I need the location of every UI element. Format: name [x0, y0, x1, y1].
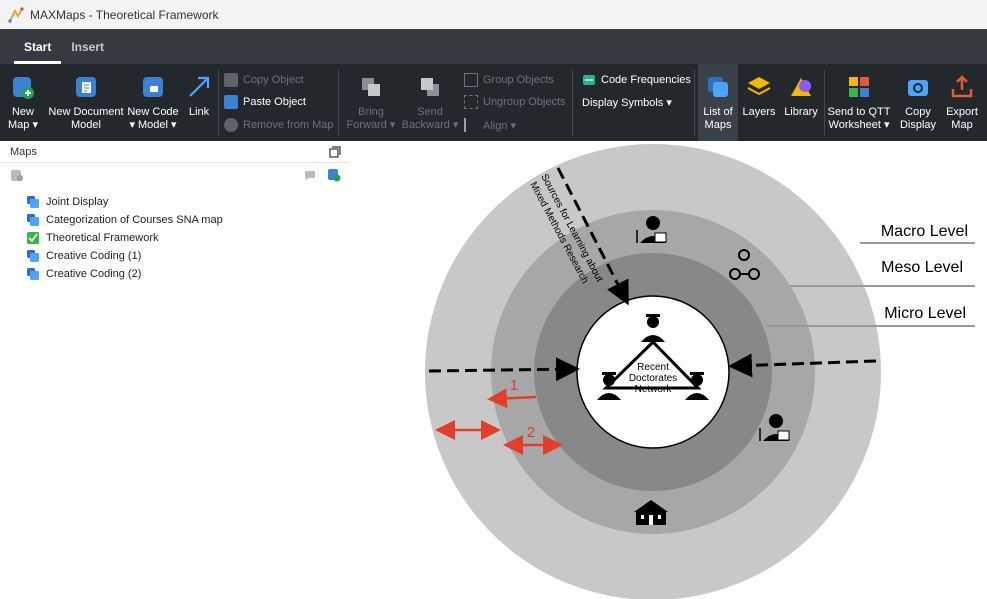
network-label-line3: Network [635, 384, 673, 395]
ribbon-separator [338, 70, 339, 136]
map-icon [27, 250, 39, 262]
arrow-2-label: 2 [527, 424, 535, 441]
group-objects-button[interactable]: Group Objects [464, 70, 554, 90]
maps-list: Joint Display Categorization of Courses … [0, 187, 349, 283]
send-to-qtt-button[interactable]: Send to QTT Worksheet ▾ [826, 64, 892, 132]
export-map-button[interactable]: Export Map [942, 64, 982, 132]
document-model-icon [76, 77, 96, 97]
maps-panel: Maps Joint Display Categorization of Cou… [0, 141, 349, 599]
remove-from-map-button[interactable]: Remove from Map [224, 115, 333, 135]
theoretical-framework-diagram: Recent Doctorates Network Macro Level Me… [425, 144, 975, 599]
new-map-button[interactable]: New Map ▾ [6, 64, 40, 132]
list-of-maps-button[interactable]: List of Maps [698, 64, 738, 141]
ungroup-objects-button[interactable]: Ungroup Objects [464, 92, 566, 112]
ribbon-separator [218, 70, 219, 136]
link-button[interactable]: Link [184, 64, 214, 119]
copy-display-button[interactable]: Copy Display [896, 64, 940, 132]
map-canvas[interactable]: Recent Doctorates Network Macro Level Me… [349, 141, 987, 599]
paste-icon [224, 95, 238, 109]
bring-forward-icon [362, 78, 380, 96]
align-icon [464, 118, 478, 132]
ribbon-toolbar: New Map ▾ New Document Model New Code ▾ … [0, 64, 987, 141]
map-icon [27, 268, 39, 280]
layers-icon [747, 77, 771, 96]
paste-object-button[interactable]: Paste Object [224, 92, 306, 112]
align-button[interactable]: Align ▾ [464, 115, 516, 135]
library-icon [791, 78, 811, 96]
arrow-1-label: 1 [510, 377, 518, 394]
code-model-icon [143, 77, 163, 97]
camera-icon [908, 80, 928, 96]
undock-panel-icon[interactable] [329, 145, 341, 158]
ribbon-separator [694, 70, 695, 136]
list-item[interactable]: Theoretical Framework [26, 229, 349, 247]
link-arrow-icon [189, 76, 210, 97]
bring-forward-button[interactable]: Bring Forward ▾ [344, 64, 398, 132]
network-label-line1: Recent [637, 362, 669, 373]
meso-level-label: Meso Level [881, 259, 963, 276]
display-symbols-dropdown[interactable]: Display Symbols ▾ [582, 92, 672, 112]
layers-button[interactable]: Layers [740, 64, 778, 119]
ribbon-separator [572, 70, 573, 136]
copy-object-button[interactable]: Copy Object [224, 70, 304, 90]
list-item[interactable]: Categorization of Courses SNA map [26, 211, 349, 229]
send-backward-button[interactable]: Send Backward ▾ [400, 64, 460, 132]
new-code-model-button[interactable]: New Code ▾ Model ▾ [126, 64, 180, 132]
ungroup-icon [464, 95, 478, 109]
list-item[interactable]: Creative Coding (2) [26, 265, 349, 283]
code-frequencies-button[interactable]: Code Frequencies [582, 70, 691, 90]
new-document-model-button[interactable]: New Document Model [44, 64, 128, 132]
export-icon [951, 75, 973, 98]
ribbon-separator [824, 70, 825, 136]
new-map-icon [13, 77, 34, 99]
copy-icon [224, 73, 238, 87]
memo-icon[interactable] [303, 168, 317, 182]
active-map-icon [27, 232, 39, 244]
list-of-maps-icon [708, 77, 728, 97]
micro-level-label: Micro Level [884, 305, 966, 322]
ribbon-tabs: Start Insert [0, 29, 987, 64]
map-icon [27, 196, 39, 208]
tab-start[interactable]: Start [14, 36, 62, 64]
group-icon [464, 73, 478, 87]
code-frequencies-icon [583, 75, 595, 85]
library-button[interactable]: Library [780, 64, 822, 119]
title-bar: MAXMaps - Theoretical Framework [0, 0, 987, 29]
delete-map-icon[interactable] [10, 168, 24, 182]
network-label-line2: Doctorates [629, 373, 677, 384]
maps-panel-header: Maps [0, 141, 349, 163]
maps-panel-toolbar [0, 163, 349, 187]
macro-level-label: Macro Level [881, 223, 968, 240]
map-icon [27, 214, 39, 226]
window-title: MAXMaps - Theoretical Framework [30, 7, 219, 22]
maxmaps-logo-icon [8, 6, 24, 23]
send-backward-icon [421, 78, 439, 96]
tab-insert[interactable]: Insert [61, 36, 114, 64]
qtt-puzzle-icon [849, 77, 869, 97]
list-item[interactable]: Joint Display [26, 193, 349, 211]
new-map-small-icon[interactable] [327, 168, 341, 182]
remove-icon [224, 118, 238, 132]
maps-panel-title: Maps [10, 145, 37, 158]
list-item[interactable]: Creative Coding (1) [26, 247, 349, 265]
